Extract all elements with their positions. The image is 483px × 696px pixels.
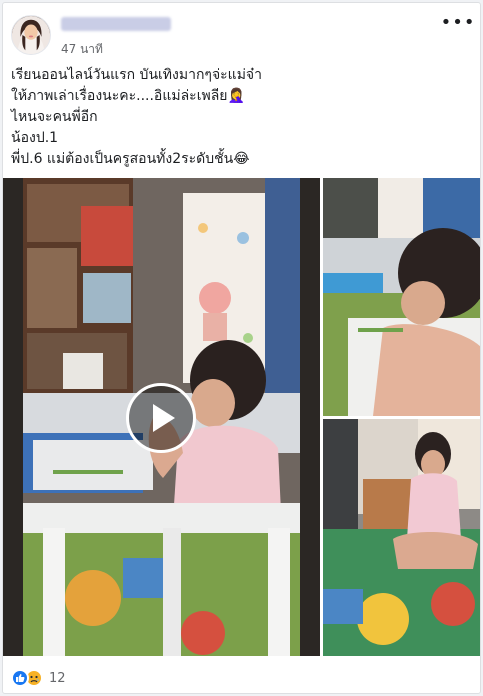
post-header: 47 นาที ••• bbox=[3, 3, 480, 63]
post-text-line: ไหนจะคนพี่อีก bbox=[11, 109, 98, 125]
post-footer: 12 bbox=[3, 663, 480, 693]
author-avatar[interactable] bbox=[11, 15, 51, 55]
post-card: 47 นาที ••• เรียนออนไลน์วันแรก บันเทิงมา… bbox=[2, 2, 481, 694]
photo-thumbnail[interactable] bbox=[323, 178, 480, 416]
more-icon: ••• bbox=[440, 12, 476, 33]
photo-image bbox=[323, 419, 480, 656]
reaction-summary[interactable]: 12 bbox=[11, 669, 66, 687]
post-text-line: พี่ป.6 แม่ต้องเป็นครูสอนทั้ง2ระดับชั้น😂 bbox=[11, 151, 250, 167]
post-timestamp[interactable]: 47 นาที bbox=[61, 40, 103, 59]
play-icon bbox=[153, 404, 175, 432]
like-icon bbox=[11, 669, 29, 687]
more-options-button[interactable]: ••• bbox=[441, 13, 475, 33]
reaction-count: 12 bbox=[49, 670, 66, 686]
post-text-line: เรียนออนไลน์วันแรก บันเทิงมากๆจ่ะแม่จ๋า bbox=[11, 67, 262, 83]
media-grid bbox=[3, 178, 480, 656]
photo-thumbnail[interactable] bbox=[323, 419, 480, 656]
post-text-line: น้องป.1 bbox=[11, 130, 59, 146]
photo-image bbox=[323, 178, 480, 416]
play-button[interactable] bbox=[126, 383, 196, 453]
post-text: เรียนออนไลน์วันแรก บันเทิงมากๆจ่ะแม่จ๋า … bbox=[11, 65, 471, 170]
main-video[interactable] bbox=[3, 178, 320, 656]
avatar-photo bbox=[12, 16, 50, 54]
author-name[interactable] bbox=[61, 17, 171, 31]
post-text-line: ให้ภาพเล่าเรื่องนะคะ....อิแม่ล่ะเพลีย🤦‍♀… bbox=[11, 88, 245, 104]
